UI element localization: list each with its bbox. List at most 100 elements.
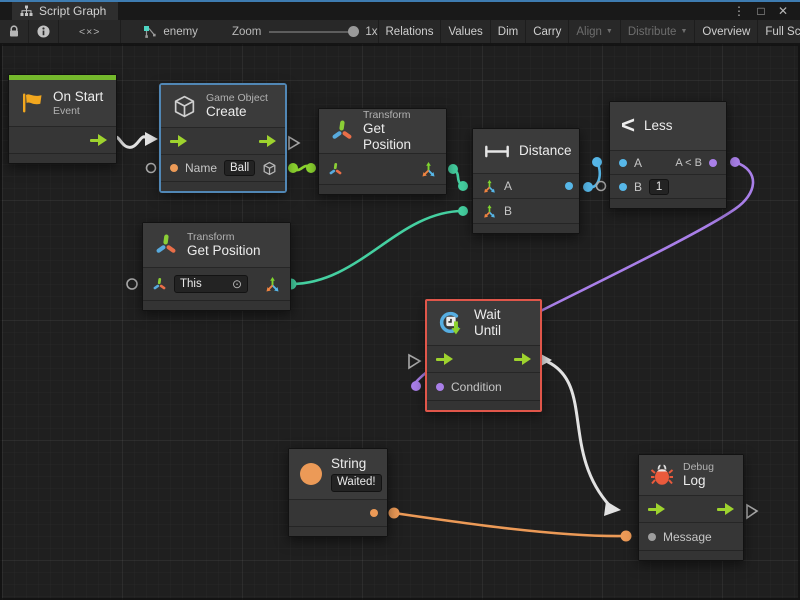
node-get-position-bottom[interactable]: Transform Get Position This ⊙	[142, 222, 291, 311]
unconnected-flow-out	[289, 137, 299, 149]
vector3-port-icon[interactable]	[482, 204, 497, 219]
port-a-label: A	[504, 179, 512, 193]
condition-port[interactable]	[436, 383, 444, 391]
b-value-field[interactable]: 1	[649, 179, 669, 195]
node-header: < Less	[610, 102, 726, 150]
result-label: A < B	[675, 157, 702, 169]
bug-icon	[650, 464, 674, 486]
transform-port-icon[interactable]	[328, 162, 343, 177]
target-field[interactable]: This ⊙	[174, 275, 248, 293]
node-get-position-top[interactable]: Transform Get Position	[318, 108, 447, 195]
condition-label: Condition	[451, 380, 502, 394]
flow-in-port[interactable]	[170, 135, 187, 147]
node-footer	[610, 198, 726, 208]
unconnected-b-port	[597, 182, 606, 191]
unconnected-name-port	[147, 164, 156, 173]
result-port[interactable]	[709, 159, 717, 167]
node-header: Game Object Create	[161, 85, 285, 127]
node-footer	[143, 300, 290, 310]
node-header: Transform Get Position	[143, 223, 290, 267]
port-b-label: B	[634, 180, 642, 194]
node-header: On Start Event	[9, 80, 116, 126]
unconnected-transform-port	[127, 279, 137, 289]
flow-row	[9, 126, 116, 153]
node-title: Get Position	[187, 243, 261, 259]
node-title: Log	[683, 473, 714, 489]
flow-out-port[interactable]	[717, 503, 734, 515]
node-title: Get Position	[363, 121, 435, 153]
node-header: Transform Get Position	[319, 109, 446, 153]
name-port[interactable]	[170, 164, 178, 172]
flow-in-port[interactable]	[648, 503, 665, 515]
transform-port-icon[interactable]	[152, 277, 167, 292]
port-b-label: B	[504, 204, 512, 218]
b-port[interactable]	[619, 183, 627, 191]
node-footer	[473, 223, 579, 233]
node-category: Debug	[683, 461, 714, 474]
node-title: String	[331, 456, 382, 472]
unconnected-flow-in	[409, 355, 420, 368]
message-row: Message	[639, 522, 743, 550]
target-icon[interactable]: ⊙	[232, 277, 242, 291]
node-title: On Start	[53, 89, 103, 105]
vector3-port-icon[interactable]	[482, 179, 497, 194]
flow-out-port[interactable]	[514, 353, 531, 365]
node-title: Less	[644, 118, 673, 134]
node-string-literal[interactable]: String Waited!	[288, 448, 388, 537]
less-icon: <	[621, 114, 635, 138]
flow-row	[427, 345, 540, 372]
node-category: Transform	[187, 231, 261, 244]
flow-in-port[interactable]	[436, 353, 453, 365]
wait-clock-icon	[438, 310, 465, 337]
flow-row	[161, 127, 285, 154]
name-row: Name Ball	[161, 154, 285, 181]
node-title: Create	[206, 104, 268, 120]
node-category: Transform	[363, 109, 435, 122]
node-wait-until[interactable]: Wait Until Condition	[425, 299, 542, 412]
wire-getpositionbottom-to-distance-b	[291, 211, 463, 284]
name-port-label: Name	[185, 161, 217, 175]
result-port[interactable]	[565, 182, 573, 190]
node-footer	[9, 153, 116, 163]
node-footer	[427, 400, 540, 410]
node-category: Game Object	[206, 92, 268, 105]
node-on-start-event[interactable]: On Start Event	[8, 74, 117, 164]
unconnected-flow-out	[747, 505, 757, 518]
node-less[interactable]: < Less A A < B B 1	[609, 101, 727, 209]
flag-icon	[20, 92, 44, 114]
transform-icon	[330, 119, 354, 143]
node-create-game-object[interactable]: Game Object Create Name Ball	[160, 84, 286, 192]
wire-arrowhead	[604, 501, 621, 516]
name-field[interactable]: Ball	[224, 160, 255, 176]
wire-arrowhead	[145, 132, 158, 146]
port-b-row: B 1	[610, 174, 726, 198]
node-distance[interactable]: Distance A B	[472, 128, 580, 234]
node-footer	[639, 550, 743, 560]
vector3-port-icon[interactable]	[264, 276, 281, 293]
ports-row: This ⊙	[143, 267, 290, 300]
string-icon	[300, 463, 322, 485]
transform-icon	[154, 233, 178, 257]
node-header: Wait Until	[427, 301, 540, 345]
string-out-port[interactable]	[370, 509, 378, 517]
distance-icon	[484, 145, 510, 158]
string-value-field[interactable]: Waited!	[331, 474, 382, 492]
ports-row	[319, 153, 446, 184]
a-port[interactable]	[619, 159, 627, 167]
message-label: Message	[663, 530, 712, 544]
node-footer	[289, 526, 387, 536]
cube-icon-small	[262, 161, 277, 176]
node-debug-log[interactable]: Debug Log Message	[638, 454, 744, 561]
flow-row	[639, 495, 743, 522]
vector3-port-icon[interactable]	[420, 161, 437, 178]
flow-out-port[interactable]	[90, 134, 107, 146]
flow-out-port[interactable]	[259, 135, 276, 147]
port-a-label: A	[634, 156, 642, 170]
node-title: Distance	[519, 143, 572, 159]
output-row	[289, 499, 387, 526]
message-port[interactable]	[648, 533, 656, 541]
node-header: String Waited!	[289, 449, 387, 499]
node-header: Debug Log	[639, 455, 743, 495]
node-footer	[319, 184, 446, 194]
target-value: This	[180, 278, 202, 290]
